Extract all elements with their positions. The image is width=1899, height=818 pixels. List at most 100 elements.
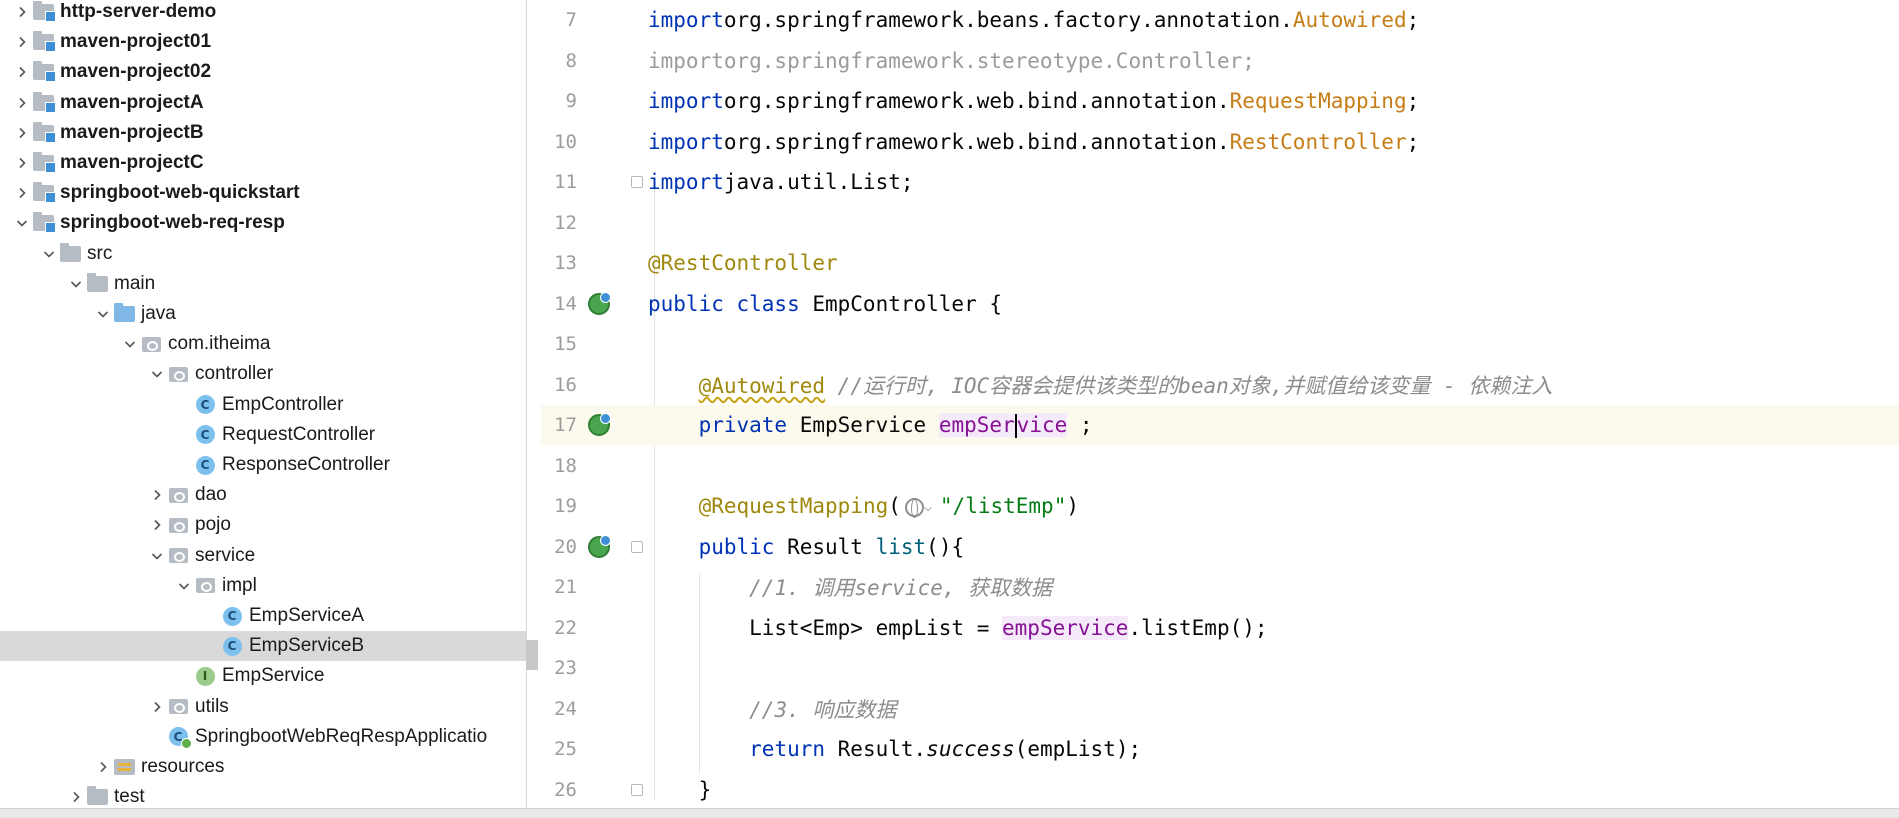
spring-bean-icon[interactable] [588,291,611,315]
tree-item[interactable]: maven-project02 [0,57,526,87]
code-line[interactable]: 8 importorg.springframework.stereotype.Co… [541,41,1899,81]
chevron-down-icon[interactable] [147,364,167,384]
code-line[interactable]: 11 importjava.util.List; [541,162,1899,202]
code-token: Result [774,534,876,559]
code-token: ; [1067,412,1093,437]
tree-item[interactable]: C RequestController [0,420,526,450]
code-text: return Result.success(empList); [648,737,1141,761]
tree-item[interactable]: resources [0,752,526,782]
code-line[interactable]: 22 List<Emp> empList = empService.listEm… [541,608,1899,648]
tree-item-label: com.itheima [168,333,271,355]
line-number: 20 [554,535,577,558]
tree-item[interactable]: utils [0,692,526,722]
chevron-down-icon[interactable] [174,576,194,596]
code-line[interactable]: 26 } [541,770,1899,809]
chevron-right-icon[interactable] [12,123,32,143]
code-line[interactable]: 20 public Result list(){ [541,527,1899,567]
chevron-right-icon[interactable] [93,757,113,777]
tree-item-label: EmpServiceA [249,605,365,626]
tree-item[interactable]: service [0,541,526,571]
tree-item[interactable]: C EmpServiceA [0,601,526,631]
tree-item[interactable]: java [0,299,526,329]
chevron-down-icon[interactable] [12,213,32,233]
chevron-right-icon[interactable] [66,787,86,807]
chevron-right-icon[interactable] [12,93,32,113]
code-line[interactable]: 9 importorg.springframework.web.bind.anno… [541,81,1899,121]
globe-icon[interactable] [904,497,924,518]
code-line[interactable]: 13 @RestController [541,243,1899,283]
code-token: list [875,534,927,559]
tree-item[interactable]: impl [0,571,526,601]
tree-item[interactable]: maven-project01 [0,27,526,57]
chevron-right-icon[interactable] [12,183,32,203]
chevron-right-icon[interactable] [147,515,167,535]
code-line[interactable]: 17 private EmpService empService ; [541,405,1899,445]
tree-item[interactable]: main [0,269,526,299]
class-icon: C [221,636,243,656]
fold-marker-icon[interactable] [631,783,643,796]
code-token: ) [1066,494,1080,518]
code-line[interactable]: 25 return Result.success(empList); [541,729,1899,769]
chevron-down-icon[interactable] [66,274,86,294]
code-line[interactable]: 15 [541,324,1899,364]
tree-item[interactable]: src [0,239,526,269]
spring-bean-icon[interactable] [588,413,611,436]
code-line[interactable]: 18 [541,446,1899,486]
code-token: org.springframework.stereotype.Controlle… [723,48,1255,73]
chevron-right-icon[interactable] [12,153,32,173]
code-line[interactable]: 23 [541,648,1899,688]
code-line[interactable]: 24 //3. 响应数据 [541,689,1899,729]
code-token: (){ [926,534,965,559]
class-icon: C [194,455,216,475]
tree-item[interactable]: com.itheima [0,329,526,359]
tree-item[interactable]: C EmpServiceB [0,631,526,662]
code-line[interactable]: 16 @Autowired //运行时, IOC容器会提供该类型的bean对象,… [541,365,1899,405]
module-folder-icon [32,212,56,234]
line-number: 7 [565,9,577,31]
tree-item[interactable]: springboot-web-req-resp [0,208,526,238]
code-editor[interactable]: 7 importorg.springframework.beans.factory… [541,0,1899,808]
code-token: } [648,777,712,802]
code-text: importjava.util.List; [648,170,914,194]
tree-item[interactable]: springboot-web-quickstart [0,178,526,208]
tree-item[interactable]: http-server-demo [0,0,526,27]
tree-item[interactable]: maven-projectB [0,118,526,148]
chevron-down-icon[interactable] [147,546,167,566]
tree-item[interactable]: C ResponseController [0,450,526,480]
project-tree-scrollbar[interactable] [526,640,538,670]
tree-item[interactable]: dao [0,480,526,510]
tree-item[interactable]: controller [0,359,526,389]
code-line[interactable]: 21 //1. 调用service, 获取数据 [541,567,1899,607]
code-line[interactable]: 12 [541,203,1899,243]
chevron-right-icon[interactable] [12,62,32,82]
tree-item[interactable]: test [0,782,526,808]
tree-item[interactable]: maven-projectA [0,88,526,118]
fold-marker-icon[interactable] [631,540,643,553]
code-token: import [648,170,724,194]
code-line[interactable]: 14 public class EmpController { [541,284,1899,324]
tree-item[interactable]: C SpringbootWebReqRespApplicatio [0,722,526,752]
tree-item[interactable]: maven-projectC [0,148,526,178]
chevron-down-icon[interactable] [93,304,113,324]
tree-item[interactable]: pojo [0,510,526,540]
chevron-down-icon[interactable] [39,244,59,264]
code-line[interactable]: 7 importorg.springframework.beans.factory… [541,0,1899,40]
code-line[interactable]: 10 importorg.springframework.web.bind.ann… [541,122,1899,162]
spring-bean-icon[interactable] [588,534,611,558]
chevron-down-icon[interactable] [120,334,140,354]
tree-item[interactable]: C EmpController [0,390,526,420]
fold-marker-icon[interactable] [631,176,643,188]
chevron-right-icon[interactable] [12,2,32,22]
chevron-right-icon[interactable] [12,32,32,52]
line-number: 25 [554,738,577,760]
tree-item-label: utils [195,695,229,717]
chevron-down-icon[interactable]: ⌵ [924,499,940,515]
module-folder-icon [32,91,56,113]
code-token: import [648,129,724,154]
code-line[interactable]: 19 @RequestMapping(⌵ "/listEmp") [541,486,1899,526]
tree-item-label: main [114,272,156,294]
chevron-right-icon[interactable] [147,697,167,717]
chevron-right-icon[interactable] [147,485,167,505]
tree-item[interactable]: I EmpService [0,661,526,691]
